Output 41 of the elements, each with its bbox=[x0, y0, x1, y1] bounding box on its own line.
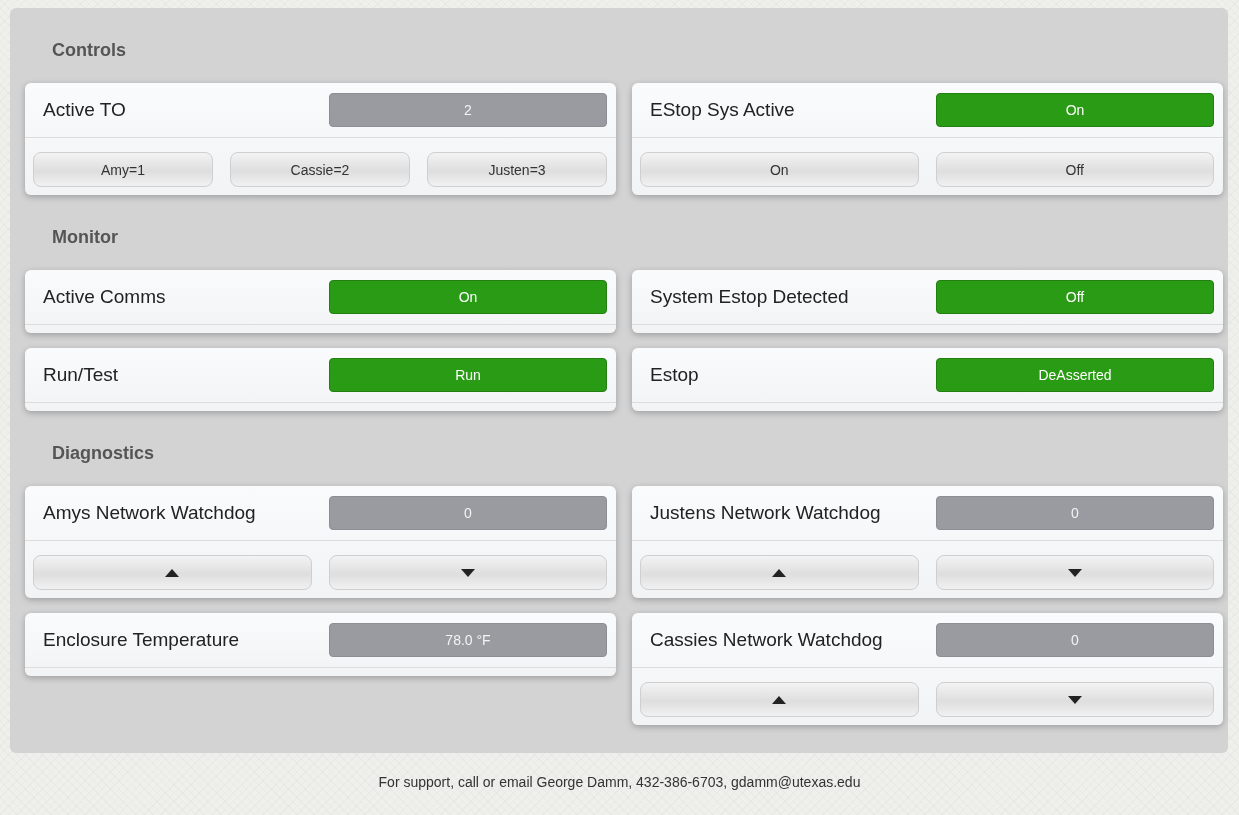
value-indicator: 2 bbox=[329, 93, 607, 127]
value-indicator: Off bbox=[936, 280, 1214, 314]
field-label: Enclosure Temperature bbox=[43, 628, 241, 652]
caret-up-icon bbox=[772, 695, 787, 704]
section-title: Monitor bbox=[51, 226, 119, 249]
decrease-button[interactable] bbox=[935, 682, 1214, 717]
option-button[interactable]: Justen=3 bbox=[427, 152, 607, 187]
caret-up-icon bbox=[165, 568, 180, 577]
field-label: System Estop Detected bbox=[650, 285, 850, 309]
option-button[interactable]: On bbox=[640, 152, 919, 187]
support-text: For support, call or email George Damm, 432-386-6703, gdamm@utexas.edu bbox=[378, 774, 861, 790]
value-indicator: On bbox=[936, 93, 1214, 127]
caret-up-icon bbox=[772, 568, 787, 577]
increase-button[interactable] bbox=[640, 682, 919, 717]
value-indicator: 0 bbox=[936, 496, 1214, 530]
field-label: Cassies Network Watchdog bbox=[650, 628, 884, 652]
caret-down-icon bbox=[1067, 568, 1082, 577]
field-label: EStop Sys Active bbox=[650, 98, 796, 122]
field-label: Active Comms bbox=[43, 285, 167, 309]
field-label: Estop bbox=[650, 363, 700, 387]
field-label: Active TO bbox=[43, 98, 127, 122]
value-indicator: On bbox=[329, 280, 607, 314]
field-label: Amys Network Watchdog bbox=[43, 501, 257, 525]
value-indicator: 0 bbox=[329, 496, 607, 530]
value-indicator: 0 bbox=[936, 623, 1214, 657]
caret-down-icon bbox=[1067, 695, 1082, 704]
option-button[interactable]: Off bbox=[935, 152, 1214, 187]
decrease-button[interactable] bbox=[935, 555, 1214, 590]
field-label: Run/Test bbox=[43, 363, 119, 387]
section-title: Diagnostics bbox=[51, 442, 156, 465]
value-indicator: 78.0 °F bbox=[329, 623, 607, 657]
field-label: Justens Network Watchdog bbox=[650, 501, 882, 525]
section-title: Controls bbox=[51, 39, 127, 62]
increase-button[interactable] bbox=[640, 555, 919, 590]
decrease-button[interactable] bbox=[328, 555, 607, 590]
option-button[interactable]: Amy=1 bbox=[33, 152, 213, 187]
increase-button[interactable] bbox=[33, 555, 312, 590]
caret-down-icon bbox=[460, 568, 475, 577]
option-button[interactable]: Cassie=2 bbox=[230, 152, 410, 187]
value-indicator: Run bbox=[329, 358, 607, 392]
value-indicator: DeAsserted bbox=[936, 358, 1214, 392]
